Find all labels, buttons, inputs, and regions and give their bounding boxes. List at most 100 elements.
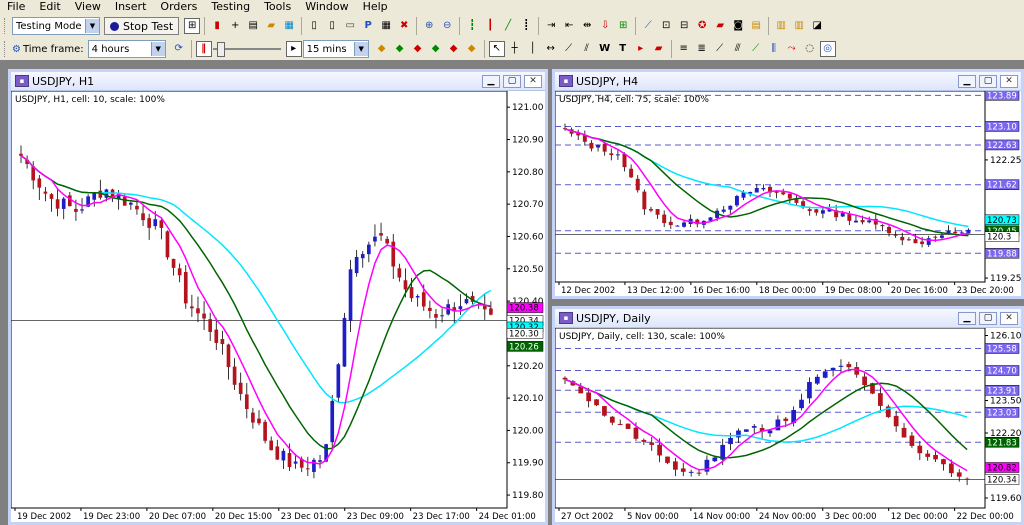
menu-item-insert[interactable]: Insert [108,0,154,14]
expert-icon[interactable]: ✪ [694,18,710,34]
text-tool-icon[interactable]: T [615,41,631,57]
close-order-icon[interactable]: ◆ [410,41,426,57]
channel-icon[interactable]: ⫽ [579,41,595,57]
save-icon[interactable]: ◪ [809,18,825,34]
line-chart-icon[interactable]: ╱ [500,18,516,34]
settings-lines-icon[interactable]: ◎ [819,41,836,57]
zoom-in-icon[interactable]: ⊕ [421,18,437,34]
crosshair-icon[interactable]: ┼ [507,41,523,57]
zoom-in-icon[interactable]: + [227,18,243,34]
trendline-icon[interactable]: ⟋ [561,41,577,57]
refresh-icon[interactable]: ⟳ [171,41,187,57]
new-chart-icon[interactable]: ▮ [209,18,225,34]
chart-shift-icon[interactable]: ⇹ [579,18,595,34]
periods-icon[interactable]: ⊡ [658,18,674,34]
price-chart[interactable]: USDJPY, Daily, cell: 130, scale: 100% 126… [554,327,1022,522]
chart-window-h4[interactable]: ▪ USDJPY, H4 ▁ ▢ ✕ USDJPY, H4, cell: 75,… [552,69,1024,299]
slider-thumb[interactable] [216,42,225,57]
indicators-icon[interactable]: ⊞ [615,18,631,34]
cycle-icon[interactable]: ⤳ [784,41,800,57]
toolbar-grip[interactable] [4,41,8,57]
chart-window-titlebar[interactable]: ▪ USDJPY, Daily ▁ ▢ ✕ [555,309,1021,328]
step-icon[interactable]: ▸ [285,41,302,57]
pause-icon[interactable]: ‖ [195,41,212,57]
cursor-icon[interactable]: ↖ [488,41,505,57]
maximize-icon[interactable]: ▢ [979,74,997,88]
timeframe-settings-icon[interactable]: ⚙ [12,44,21,55]
options-icon[interactable]: ▥ [791,18,807,34]
close-icon[interactable]: ✕ [524,74,542,88]
chart-window-h1[interactable]: ▪ USDJPY, H1 ▁ ▢ ✕ USDJPY, H1, cell: 10,… [8,69,548,525]
close-doc-icon[interactable]: ✖ [396,18,412,34]
hline-icon[interactable]: ↔ [543,41,559,57]
autoscroll-icon[interactable]: ⇥ [543,18,559,34]
page-icon[interactable]: ▯ [306,18,322,34]
arrow-icon[interactable]: ▰ [651,41,667,57]
w-tool-icon[interactable]: W [597,41,613,57]
chart-window-titlebar[interactable]: ▪ USDJPY, H1 ▁ ▢ ✕ [11,72,545,91]
modify-icon[interactable]: ◆ [428,41,444,57]
ticks-icon[interactable]: ┋ [518,18,534,34]
fib-time-icon[interactable]: ≣ [694,41,710,57]
bar-chart-icon[interactable]: ┇ [464,18,480,34]
chart-area[interactable]: USDJPY, Daily, cell: 130, scale: 100% 126… [554,327,1022,522]
price-chart[interactable]: USDJPY, H1, cell: 10, scale: 100% 121.00 1… [10,90,545,522]
plot-area[interactable] [554,327,986,509]
chart-window-daily[interactable]: ▪ USDJPY, Daily ▁ ▢ ✕ USDJPY, Daily, cel… [552,306,1024,525]
chart-area[interactable]: USDJPY, H4, cell: 75, scale: 100% 122.25 1… [554,90,1022,296]
chart-area[interactable]: USDJPY, H1, cell: 10, scale: 100% 121.00 1… [10,90,545,522]
bulk-icon[interactable]: ◆ [464,41,480,57]
minimize-icon[interactable]: ▁ [958,311,976,325]
folder-icon[interactable]: ▰ [263,18,279,34]
menu-item-file[interactable]: File [0,0,32,14]
vline-icon[interactable]: │ [525,41,541,57]
pitchfork-icon[interactable]: ⫼ [766,41,782,57]
menu-item-help[interactable]: Help [356,0,395,14]
minimize-icon[interactable]: ▁ [482,74,500,88]
open-icon[interactable]: ▤ [245,18,261,34]
page2-icon[interactable]: ▯ [324,18,340,34]
maximize-icon[interactable]: ▢ [503,74,521,88]
print-icon[interactable]: ▭ [342,18,358,34]
settings-icon[interactable]: ▥ [773,18,789,34]
fib-arc-icon[interactable]: ⫻ [730,41,746,57]
candles-icon[interactable]: ┃ [482,18,498,34]
speed-slider[interactable] [212,41,281,57]
template-icon[interactable]: ⊟ [676,18,692,34]
menu-item-view[interactable]: View [68,0,108,14]
chevron-down-icon[interactable]: ▼ [150,42,165,56]
toolbar-grip[interactable] [4,18,8,34]
ellipse-icon[interactable]: ◌ [802,41,818,57]
chart-window-titlebar[interactable]: ▪ USDJPY, H4 ▁ ▢ ✕ [555,72,1021,91]
templates-icon[interactable]: ▦ [281,18,297,34]
timeframe-select[interactable]: 4 hours ▼ [87,40,166,58]
fib-icon[interactable]: ≡ [676,41,692,57]
camera-icon[interactable]: ◙ [730,18,746,34]
close-icon[interactable]: ✕ [1000,74,1018,88]
menu-item-testing[interactable]: Testing [204,0,257,14]
mode-select[interactable]: Testing Mode ▼ [12,17,100,35]
trend-icon[interactable]: ⟋ [640,18,656,34]
label-icon[interactable]: ▸ [633,41,649,57]
menu-item-orders[interactable]: Orders [153,0,204,14]
menu-item-edit[interactable]: Edit [32,0,67,14]
buy-icon[interactable]: ◆ [374,41,390,57]
menu-item-window[interactable]: Window [298,0,355,14]
maximize-icon[interactable]: ▢ [979,311,997,325]
close-icon[interactable]: ✕ [1000,311,1018,325]
grid-icon[interactable]: ⊞ [184,18,201,34]
fan-icon[interactable]: ⟋ [712,41,728,57]
price-chart[interactable]: USDJPY, H4, cell: 75, scale: 100% 122.25 1… [554,90,1022,296]
down-icon[interactable]: ⇩ [597,18,613,34]
calc-icon[interactable]: ▦ [378,18,394,34]
chevron-down-icon[interactable]: ▼ [85,19,99,33]
zoom-out-icon[interactable]: ⊖ [439,18,455,34]
price-icon[interactable]: P [360,18,376,34]
stop-test-button[interactable]: Stop Test [104,17,180,35]
shift-icon[interactable]: ⇤ [561,18,577,34]
menu-item-tools[interactable]: Tools [257,0,298,14]
speed-select[interactable]: 15 mins ▼ [302,40,369,58]
pending-icon[interactable]: ◆ [446,41,462,57]
chevron-down-icon[interactable]: ▼ [353,42,368,56]
gann-icon[interactable]: ⟋ [748,41,764,57]
